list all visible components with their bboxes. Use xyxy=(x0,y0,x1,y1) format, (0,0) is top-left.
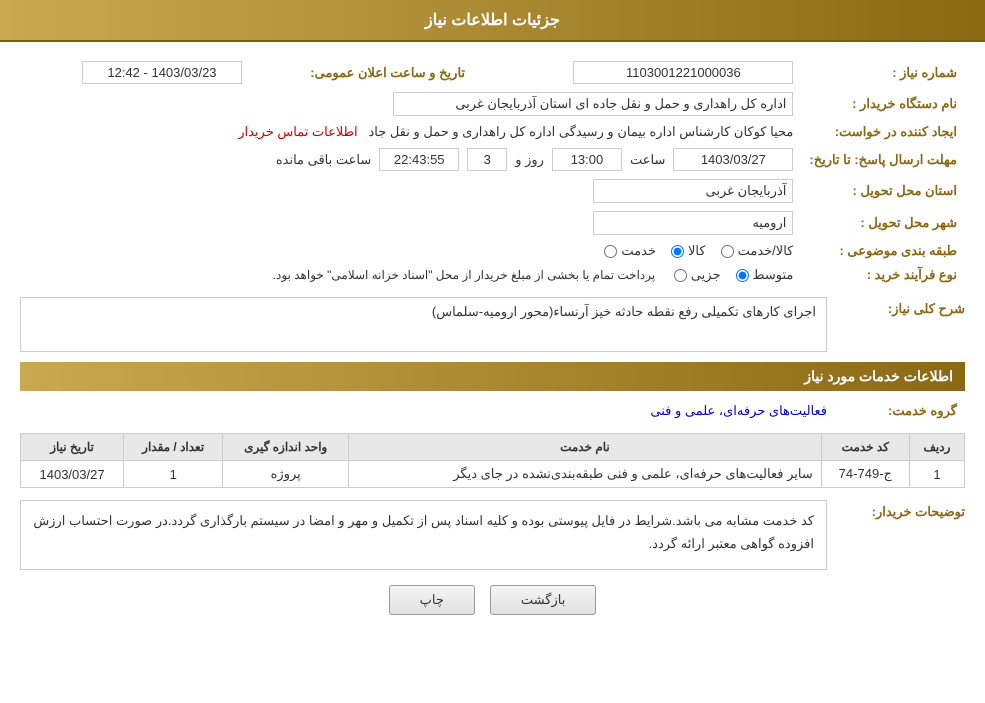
category-label: طبقه بندی موضوعی : xyxy=(801,239,965,263)
announce-label: تاریخ و ساعت اعلان عمومی: xyxy=(250,57,473,88)
category-radio-goods[interactable] xyxy=(671,245,684,258)
deadline-time: 13:00 xyxy=(552,148,622,171)
col-code: کد خدمت xyxy=(821,434,909,461)
creator-label: ایجاد کننده در خواست: xyxy=(801,120,965,144)
col-count: تعداد / مقدار xyxy=(124,434,223,461)
purchase-type-medium-label: متوسط xyxy=(753,267,794,283)
page-title: جزئیات اطلاعات نیاز xyxy=(425,12,560,29)
buyer-name-label: نام دستگاه خریدار : xyxy=(801,88,965,120)
purchase-type-label: نوع فرآیند خرید : xyxy=(801,263,965,287)
buyer-desc-value: کد خدمت مشابه می باشد.شرایط در فایل پیوس… xyxy=(20,500,827,570)
info-table: شماره نیاز : 1103001221000036 تاریخ و سا… xyxy=(20,57,965,287)
category-option-service[interactable]: خدمت xyxy=(604,243,656,259)
category-option-goods-service-label: کالا/خدمت xyxy=(738,243,794,259)
category-radio-goods-service[interactable] xyxy=(721,245,734,258)
creator-value: محیا کوکان کارشناس اداره بیمان و رسیدگی … xyxy=(368,124,793,139)
need-desc-label: شرح کلی نیاز: xyxy=(835,297,965,317)
order-number-label: شماره نیاز : xyxy=(801,57,965,88)
category-option-service-label: خدمت xyxy=(621,243,656,259)
cell-row: 1 xyxy=(909,461,964,488)
province-value: آذربایجان غربی xyxy=(593,179,793,203)
cell-count: 1 xyxy=(124,461,223,488)
cell-unit: پروژه xyxy=(223,461,349,488)
table-row: 1 ج-749-74 سایر فعالیت‌های حرفه‌ای، علمی… xyxy=(21,461,965,488)
deadline-date: 1403/03/27 xyxy=(673,148,793,171)
need-desc-row: شرح کلی نیاز: اجرای کارهای تکمیلی رفع نق… xyxy=(20,297,965,352)
purchase-type-minor[interactable]: جزیی xyxy=(674,267,721,283)
col-row: ردیف xyxy=(909,434,964,461)
creator-link[interactable]: اطلاعات تماس خریدار xyxy=(238,124,357,139)
city-value: ارومیه xyxy=(593,211,793,235)
page-wrapper: جزئیات اطلاعات نیاز شماره نیاز : 1103001… xyxy=(0,0,985,703)
col-name: نام خدمت xyxy=(349,434,822,461)
deadline-label: مهلت ارسال پاسخ: تا تاریخ: xyxy=(801,144,965,175)
purchase-type-minor-label: جزیی xyxy=(691,267,721,283)
service-group-label: گروه خدمت: xyxy=(835,399,965,423)
deadline-days-label: روز و xyxy=(515,152,544,168)
services-section-header: اطلاعات خدمات مورد نیاز xyxy=(20,362,965,391)
buyer-name-value: اداره کل راهداری و حمل و نقل جاده ای است… xyxy=(393,92,793,116)
city-label: شهر محل تحویل : xyxy=(801,207,965,239)
deadline-remaining-label: ساعت باقی مانده xyxy=(276,152,371,168)
need-desc-value: اجرای کارهای تکمیلی رفع نقطه حادثه خیز آ… xyxy=(20,297,827,352)
purchase-type-radio-medium[interactable] xyxy=(736,269,749,282)
col-unit: واحد اندازه گیری xyxy=(223,434,349,461)
button-row: بازگشت چاپ xyxy=(20,585,965,615)
purchase-type-medium[interactable]: متوسط xyxy=(736,267,794,283)
order-number-value: 1103001221000036 xyxy=(573,61,793,84)
page-header: جزئیات اطلاعات نیاز xyxy=(0,0,985,42)
col-date: تاریخ نیاز xyxy=(21,434,124,461)
print-button[interactable]: چاپ xyxy=(389,585,475,615)
province-label: استان محل تحویل : xyxy=(801,175,965,207)
category-radio-group: کالا/خدمت کالا خدمت xyxy=(604,243,793,259)
announce-value: 1403/03/23 - 12:42 xyxy=(82,61,242,84)
buyer-desc-row: توضیحات خریدار: کد خدمت مشابه می باشد.شر… xyxy=(20,500,965,570)
category-option-goods-service[interactable]: کالا/خدمت xyxy=(721,243,794,259)
buyer-desc-label: توضیحات خریدار: xyxy=(835,500,965,520)
back-button[interactable]: بازگشت xyxy=(490,585,596,615)
service-info-table: گروه خدمت: فعالیت‌های حرفه‌ای، علمی و فن… xyxy=(20,399,965,423)
service-group-value[interactable]: فعالیت‌های حرفه‌ای، علمی و فنی xyxy=(650,403,827,418)
cell-code: ج-749-74 xyxy=(821,461,909,488)
deadline-remaining: 22:43:55 xyxy=(379,148,459,171)
purchase-notice: پرداخت تمام یا بخشی از مبلغ خریدار از مح… xyxy=(273,268,656,282)
services-data-table: ردیف کد خدمت نام خدمت واحد اندازه گیری ت… xyxy=(20,433,965,488)
deadline-time-label: ساعت xyxy=(630,152,665,168)
cell-date: 1403/03/27 xyxy=(21,461,124,488)
purchase-type-radio-minor[interactable] xyxy=(674,269,687,282)
content-area: شماره نیاز : 1103001221000036 تاریخ و سا… xyxy=(0,42,985,640)
cell-name: سایر فعالیت‌های حرفه‌ای، علمی و فنی طبقه… xyxy=(349,461,822,488)
purchase-type-radio-group: متوسط جزیی xyxy=(674,267,794,283)
deadline-days: 3 xyxy=(467,148,507,171)
category-option-goods[interactable]: کالا xyxy=(671,243,706,259)
category-radio-service[interactable] xyxy=(604,245,617,258)
category-option-goods-label: کالا xyxy=(688,243,706,259)
